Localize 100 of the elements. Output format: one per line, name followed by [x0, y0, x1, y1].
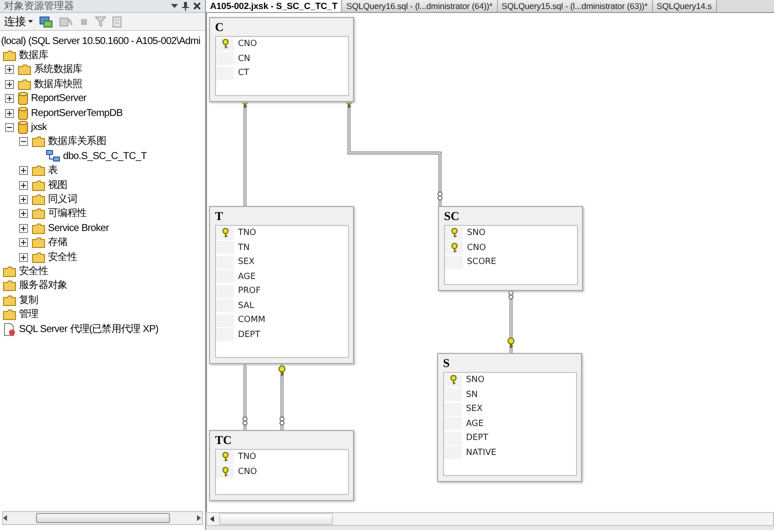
- scroll-left-icon[interactable]: [3, 515, 8, 521]
- tree-item[interactable]: Service Broker: [48, 222, 109, 235]
- folder-icon: [18, 64, 31, 76]
- tree-item[interactable]: dbo.S_SC_C_TC_T: [63, 150, 147, 163]
- column-name[interactable]: SNO: [467, 228, 486, 238]
- expand-toggle[interactable]: [19, 252, 28, 262]
- column-name[interactable]: TN: [238, 242, 250, 253]
- expand-toggle[interactable]: [5, 80, 14, 89]
- tree-item[interactable]: 复制: [19, 294, 38, 307]
- expand-toggle[interactable]: [19, 224, 28, 233]
- scroll-right-icon[interactable]: [197, 515, 202, 521]
- tree-item[interactable]: 同义词: [48, 192, 77, 206]
- column-name[interactable]: SEX: [238, 257, 255, 268]
- document-tab[interactable]: SQLQuery14.s: [652, 0, 717, 12]
- column-name[interactable]: CN: [238, 54, 250, 64]
- document-tab[interactable]: SQLQuery15.sql - (l...dministrator (63))*: [498, 0, 653, 12]
- folder-icon: [32, 136, 45, 148]
- column-name[interactable]: DEPT: [466, 433, 488, 444]
- expand-toggle[interactable]: [19, 194, 28, 204]
- folder-icon: [32, 252, 45, 263]
- table-node[interactable]: TC TNO CNO: [209, 430, 354, 500]
- column-name[interactable]: AGE: [238, 272, 256, 282]
- table-node[interactable]: SC SNO CNO SCORE: [438, 206, 583, 291]
- tree-item[interactable]: 数据库关系图: [48, 135, 106, 148]
- folder-icon: [3, 266, 16, 277]
- column-name[interactable]: DEPT: [238, 330, 260, 340]
- expand-toggle[interactable]: [19, 238, 28, 248]
- column-name[interactable]: AGE: [466, 418, 484, 429]
- key-icon: [222, 452, 228, 462]
- tree-item[interactable]: 数据库: [19, 49, 48, 62]
- connect-button[interactable]: 连接: [4, 14, 33, 29]
- table-title: S: [442, 355, 451, 371]
- document-tab[interactable]: A105-002.jxsk - S_SC_C_TC_T: [206, 0, 342, 12]
- document-tab[interactable]: SQLQuery16.sql - (l...dministrator (64))*: [342, 0, 498, 12]
- folder-icon: [32, 237, 45, 248]
- row-selector[interactable]: [444, 374, 462, 387]
- table-node[interactable]: C CNO CN CT: [209, 17, 354, 102]
- column-name[interactable]: SCORE: [467, 257, 496, 268]
- key-icon: [450, 242, 458, 253]
- table-title: C: [214, 19, 225, 35]
- column-name[interactable]: SNO: [466, 375, 484, 386]
- expand-toggle[interactable]: [19, 209, 28, 218]
- tree-item[interactable]: 服务器对象: [19, 279, 68, 292]
- folder-icon: [32, 194, 45, 205]
- column-name[interactable]: SEX: [466, 404, 483, 414]
- expand-toggle[interactable]: [5, 65, 14, 74]
- dropdown-icon[interactable]: [171, 4, 178, 8]
- expand-toggle[interactable]: [5, 94, 14, 104]
- table-node[interactable]: S SNO SN SEX AGE DEPT NATIVE: [437, 353, 582, 482]
- page-icon: [3, 322, 16, 336]
- tree-item[interactable]: jxsk: [31, 121, 47, 134]
- pin-icon[interactable]: [182, 2, 189, 10]
- table-title: SC: [443, 208, 460, 224]
- tree-item[interactable]: 管理: [19, 308, 38, 322]
- expand-toggle[interactable]: [5, 108, 14, 118]
- database-icon: [18, 106, 28, 120]
- column-name[interactable]: TNO: [238, 452, 256, 462]
- table-node[interactable]: T TNO TN SEX AGE PROF SAL COMM DEPT: [209, 206, 354, 364]
- row-selector[interactable]: [216, 38, 234, 51]
- scrollbar[interactable]: [206, 512, 774, 526]
- tree-item[interactable]: 安全性: [19, 264, 48, 278]
- tree-item[interactable]: (local) (SQL Server 10.50.1600 - A105-002\Admi: [1, 34, 200, 48]
- column-name[interactable]: SAL: [238, 300, 254, 311]
- scroll-left-icon[interactable]: [210, 516, 215, 522]
- expand-toggle[interactable]: [19, 166, 28, 176]
- column-name[interactable]: SN: [466, 390, 478, 400]
- row-selector[interactable]: [216, 226, 234, 240]
- tree-item[interactable]: 存储: [48, 236, 68, 250]
- scrollbar[interactable]: [2, 511, 203, 525]
- tree-item[interactable]: 表: [48, 164, 58, 178]
- column-name[interactable]: TNO: [238, 228, 256, 238]
- folder-icon: [32, 208, 45, 220]
- tree-item[interactable]: 系统数据库: [34, 63, 82, 76]
- expand-toggle[interactable]: [5, 123, 14, 132]
- table-title: TC: [214, 432, 233, 448]
- row-selector[interactable]: [216, 465, 234, 478]
- row-selector[interactable]: [445, 226, 463, 240]
- column-name[interactable]: CNO: [467, 242, 486, 253]
- tree-item[interactable]: 安全性: [48, 250, 77, 264]
- close-icon[interactable]: [193, 2, 201, 10]
- column-name[interactable]: CT: [238, 68, 250, 78]
- database-icon: [18, 92, 28, 106]
- key-icon: [450, 228, 458, 238]
- column-name[interactable]: COMM: [238, 315, 266, 326]
- column-name[interactable]: NATIVE: [466, 448, 496, 458]
- expand-toggle[interactable]: [19, 137, 28, 146]
- row-selector[interactable]: [445, 241, 463, 254]
- row-selector[interactable]: [216, 450, 234, 464]
- tree-item[interactable]: 数据库快照: [34, 78, 82, 91]
- tree-item[interactable]: ReportServerTempDB: [31, 106, 123, 120]
- column-name[interactable]: CNO: [238, 466, 257, 477]
- column-name[interactable]: PROF: [238, 286, 261, 296]
- tree-item[interactable]: ReportServer: [31, 92, 86, 106]
- tree-item[interactable]: 可编程性: [48, 207, 87, 220]
- connect-icon[interactable]: [39, 16, 53, 28]
- tree-item[interactable]: SQL Server 代理(已禁用代理 XP): [19, 322, 158, 336]
- folder-icon: [3, 50, 16, 62]
- tree-item[interactable]: 视图: [48, 178, 68, 192]
- expand-toggle[interactable]: [19, 180, 28, 190]
- column-name[interactable]: CNO: [238, 39, 257, 50]
